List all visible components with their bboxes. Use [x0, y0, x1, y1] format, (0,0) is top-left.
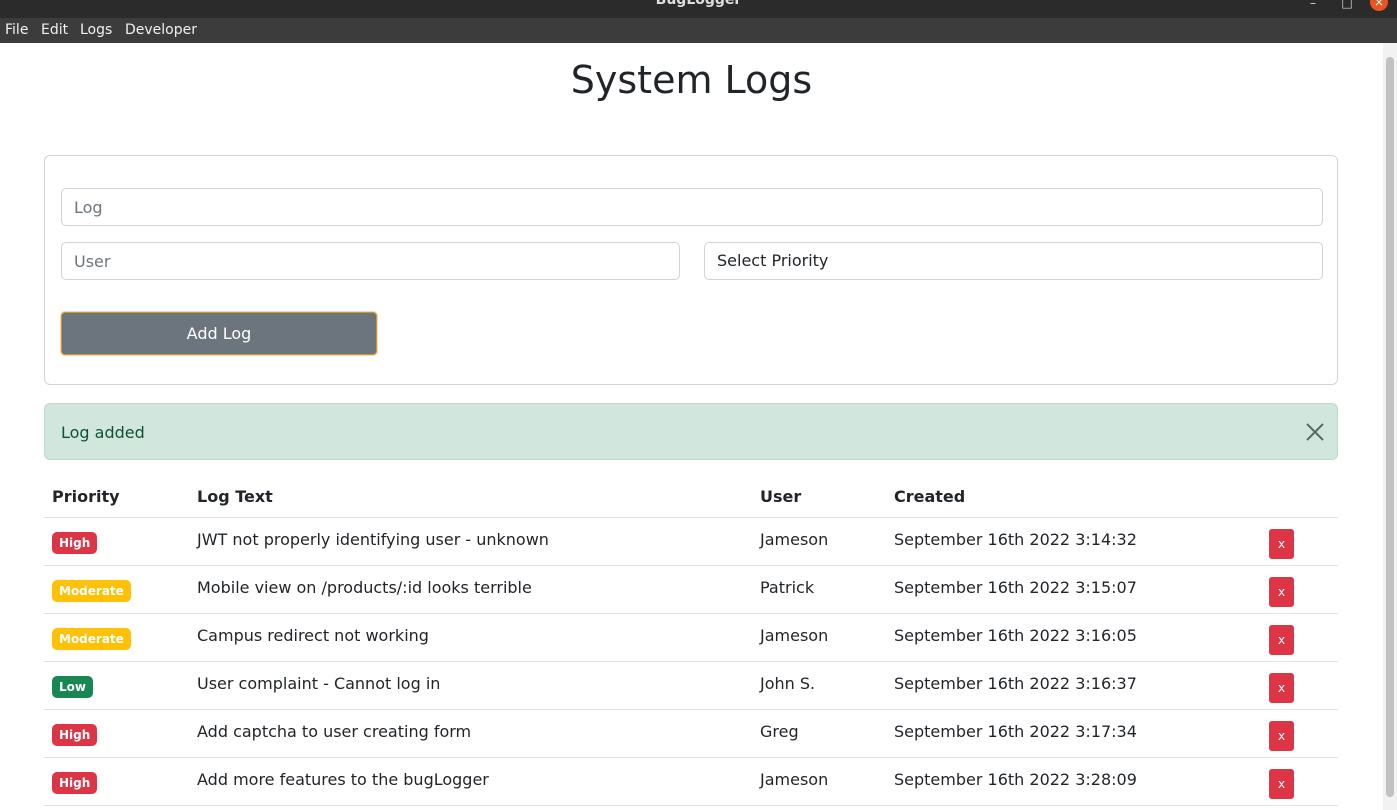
header-log-text: Log Text: [189, 476, 752, 518]
header-actions: [1261, 476, 1338, 518]
add-log-button[interactable]: Add Log: [61, 312, 377, 355]
log-user: Patrick: [752, 563, 886, 612]
minimize-icon[interactable]: –: [1304, 0, 1322, 12]
add-log-form: Select Priority Add Log: [44, 155, 1338, 385]
page-title: System Logs: [570, 58, 813, 102]
log-text: Mobile view on /products/:id looks terri…: [189, 563, 752, 612]
table-row: High JWT not properly identifying user -…: [44, 515, 1338, 566]
header-priority: Priority: [44, 476, 189, 518]
vertical-scrollbar[interactable]: [1383, 43, 1397, 810]
close-icon[interactable]: [1305, 422, 1325, 442]
log-user: Jameson: [752, 515, 886, 564]
delete-log-button[interactable]: x: [1269, 673, 1294, 703]
log-created: September 16th 2022 3:14:32: [886, 515, 1261, 564]
priority-badge: High: [52, 772, 98, 794]
priority-select[interactable]: Select Priority: [704, 242, 1323, 280]
window-titlebar: BugLogger – □ ×: [0, 0, 1397, 18]
delete-log-button[interactable]: x: [1269, 529, 1294, 559]
table-row: Low User complaint - Cannot log in John …: [44, 659, 1338, 710]
log-input[interactable]: [61, 188, 1323, 226]
priority-badge: High: [52, 532, 98, 554]
success-alert: Log added: [44, 403, 1338, 460]
priority-badge: High: [52, 724, 98, 746]
header-created: Created: [886, 476, 1261, 518]
header-user: User: [752, 476, 886, 518]
log-user: Jameson: [752, 611, 886, 660]
log-user: Jameson: [752, 755, 886, 804]
menu-file[interactable]: File: [5, 22, 28, 38]
maximize-icon[interactable]: □: [1338, 0, 1356, 12]
delete-log-button[interactable]: x: [1269, 721, 1294, 751]
log-created: September 16th 2022 3:16:37: [886, 659, 1261, 708]
menu-edit[interactable]: Edit: [41, 22, 68, 38]
log-text: JWT not properly identifying user - unkn…: [189, 515, 752, 564]
table-row: Moderate Campus redirect not working Jam…: [44, 611, 1338, 662]
log-text: Add captcha to user creating form: [189, 707, 752, 756]
log-text: Add more features to the bugLogger: [189, 755, 752, 804]
close-window-icon[interactable]: ×: [1370, 0, 1388, 11]
menu-logs[interactable]: Logs: [80, 22, 112, 38]
delete-log-button[interactable]: x: [1269, 769, 1294, 799]
table-row: Moderate Mobile view on /products/:id lo…: [44, 563, 1338, 614]
table-row: High Add more features to the bugLogger …: [44, 755, 1338, 806]
user-input[interactable]: [61, 242, 680, 280]
table-header-row: Priority Log Text User Created: [44, 476, 1338, 518]
alert-message: Log added: [61, 423, 145, 442]
log-created: September 16th 2022 3:16:05: [886, 611, 1261, 660]
menu-bar: File Edit Logs Developer: [0, 18, 1397, 43]
priority-badge: Low: [52, 676, 93, 698]
log-user: John S.: [752, 659, 886, 708]
window-title: BugLogger: [655, 0, 742, 8]
log-text: User complaint - Cannot log in: [189, 659, 752, 708]
table-row: High Add captcha to user creating form G…: [44, 707, 1338, 758]
log-user: Greg: [752, 707, 886, 756]
priority-badge: Moderate: [52, 628, 131, 650]
logs-table: Priority Log Text User Created High JWT …: [44, 476, 1338, 806]
scrollbar-thumb[interactable]: [1386, 57, 1394, 797]
delete-log-button[interactable]: x: [1269, 577, 1294, 607]
log-text: Campus redirect not working: [189, 611, 752, 660]
log-created: September 16th 2022 3:15:07: [886, 563, 1261, 612]
log-created: September 16th 2022 3:17:34: [886, 707, 1261, 756]
log-created: September 16th 2022 3:28:09: [886, 755, 1261, 804]
menu-developer[interactable]: Developer: [125, 22, 197, 38]
delete-log-button[interactable]: x: [1269, 625, 1294, 655]
priority-badge: Moderate: [52, 580, 131, 602]
